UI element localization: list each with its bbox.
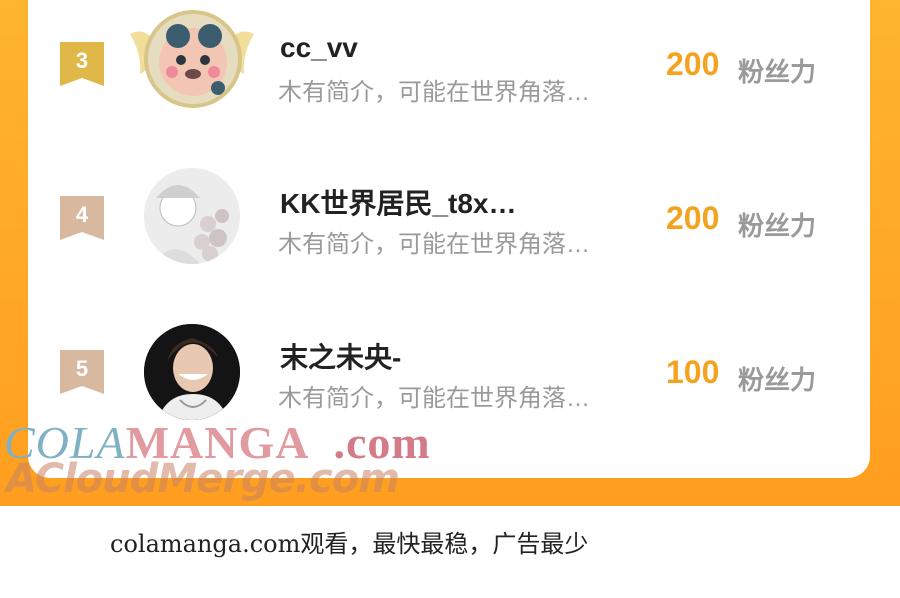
- user-description: 木有简介，可能在世界角落…: [278, 385, 590, 412]
- user-name[interactable]: 末之未央-: [280, 336, 401, 376]
- fan-score-unit: 粉丝力: [738, 57, 817, 87]
- fan-score-unit: 粉丝力: [738, 211, 817, 241]
- fan-score: 200: [666, 200, 720, 236]
- user-description: 木有简介，可能在世界角落…: [278, 231, 590, 258]
- avatar[interactable]: [144, 10, 242, 108]
- user-name[interactable]: KK世界居民_t8x…: [280, 182, 516, 222]
- photo-avatar-icon: [144, 324, 240, 420]
- fan-score: 200: [666, 46, 720, 82]
- user-description: 木有简介，可能在世界角落…: [278, 79, 590, 106]
- watermark-acloudmerge: ACloudMerge.com: [6, 456, 400, 502]
- avatar[interactable]: [144, 324, 240, 420]
- rank-badge-5: 5: [60, 350, 104, 394]
- ranking-row-4[interactable]: 4 KK世界居民_t8x… 木有简介，可能在世界角落… 200 粉丝力: [28, 162, 870, 264]
- footer-caption: colamanga.com观看，最快最稳，广告最少: [110, 530, 589, 558]
- fan-score: 100: [666, 354, 720, 390]
- ranking-row-3[interactable]: 3 cc_vv 木有简介，可能在世界角落… 200 粉丝力: [28, 10, 870, 110]
- user-name[interactable]: cc_vv: [280, 32, 358, 64]
- rank-badge-3: 3: [60, 42, 104, 86]
- rank-badge-4: 4: [60, 196, 104, 240]
- fan-score-unit: 粉丝力: [738, 365, 817, 395]
- bear-avatar-icon: [159, 24, 227, 96]
- ranking-card: 3 cc_vv 木有简介，可能在世界角落… 200 粉丝力 4 KK世界居民_t…: [28, 0, 870, 478]
- ranking-row-5[interactable]: 5 末之未央- 木有简介，可能在世界角落… 100 粉丝力: [28, 316, 870, 420]
- avatar[interactable]: [144, 168, 240, 264]
- anime-avatar-icon: [144, 168, 240, 264]
